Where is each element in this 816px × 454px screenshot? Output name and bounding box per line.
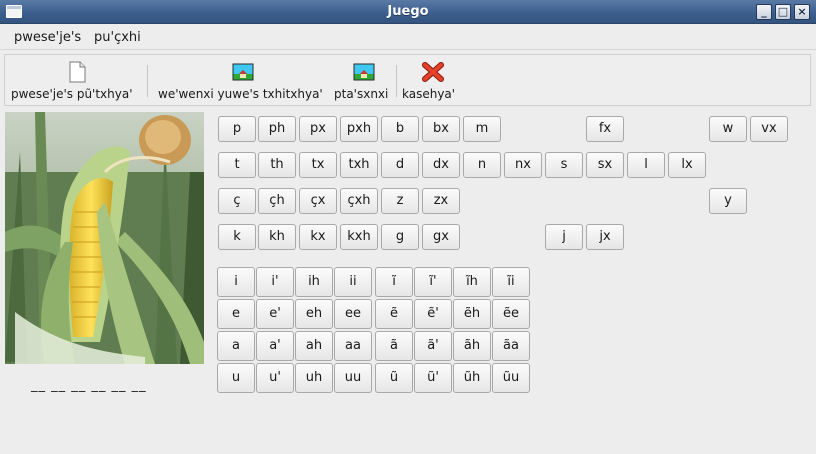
toolbar: pwese'je's pũ'txhya' we'wenxi yuwe's txh… [4,54,811,106]
change-image-label: we'wenxi yuwe's txhitxhya' [158,87,323,101]
letter-button[interactable]: çh [258,188,296,214]
vowel-button[interactable]: ẽh [453,299,491,329]
toolbar-separator [396,65,397,97]
letter-button[interactable]: t [218,152,256,178]
letter-button[interactable]: vx [750,116,788,142]
vowel-button[interactable]: ũ [375,363,413,393]
letter-button[interactable]: d [381,152,419,178]
vowel-button[interactable]: ĩi [492,267,530,297]
vowel-button[interactable]: e [217,299,255,329]
minimize-button[interactable]: _ [756,4,772,20]
answer-blanks: __ __ __ __ __ __ [31,378,147,393]
landscape-image-icon [232,63,254,81]
red-x-icon [422,62,444,82]
vowel-button[interactable]: uh [295,363,333,393]
vowel-button[interactable]: ũ' [414,363,452,393]
exit-label: kasehya' [402,87,456,101]
vowel-button[interactable]: ee [334,299,372,329]
vowel-button[interactable]: e' [256,299,294,329]
letter-button[interactable]: th [258,152,296,178]
vowel-button[interactable]: ũu [492,363,530,393]
letter-button[interactable]: kxh [340,224,378,250]
vowel-button[interactable]: ẽ' [414,299,452,329]
letter-button[interactable]: m [463,116,501,142]
vowel-button[interactable]: ĩ' [414,267,452,297]
letter-button[interactable]: kh [258,224,296,250]
letter-button[interactable]: px [299,116,337,142]
vowel-button[interactable]: ĩh [453,267,491,297]
vowel-button[interactable]: ẽe [492,299,530,329]
letter-button[interactable]: lx [668,152,706,178]
letter-button[interactable]: gx [422,224,460,250]
window-title: Juego [387,4,429,19]
vowel-button[interactable]: eh [295,299,333,329]
letter-button[interactable]: txh [340,152,378,178]
letter-button[interactable]: kx [299,224,337,250]
corn-photo [5,112,204,364]
vowel-button[interactable]: ã' [414,331,452,361]
letter-button[interactable]: s [545,152,583,178]
toolbar-separator [147,65,148,97]
change-image-button[interactable]: we'wenxi yuwe's txhitxhya' [155,55,335,105]
vowel-button[interactable]: ãh [453,331,491,361]
vowel-button[interactable]: a [217,331,255,361]
vowel-button[interactable]: uu [334,363,372,393]
letter-button[interactable]: zx [422,188,460,214]
letter-button[interactable]: tx [299,152,337,178]
letter-button[interactable]: l [627,152,665,178]
new-game-button[interactable]: pwese'je's pũ'txhya' [7,55,147,105]
menu-item-game[interactable]: pwese'je's [14,30,81,45]
vowel-button[interactable]: ẽ [375,299,413,329]
vowel-button[interactable]: a' [256,331,294,361]
letter-button[interactable]: p [218,116,256,142]
letter-button[interactable]: ç [218,188,256,214]
letter-button[interactable]: y [709,188,747,214]
new-game-label: pwese'je's pũ'txhya' [11,87,133,101]
vowel-button[interactable]: ah [295,331,333,361]
letter-button[interactable]: w [709,116,747,142]
vowel-button[interactable]: i' [256,267,294,297]
letter-button[interactable]: nx [504,152,542,178]
image-button[interactable]: pta'sxnxi [332,55,396,105]
vowel-button[interactable]: u' [256,363,294,393]
title-bar: Juego _ □ × [0,0,816,24]
letter-button[interactable]: sx [586,152,624,178]
vowel-button[interactable]: ih [295,267,333,297]
image-label: pta'sxnxi [334,87,389,101]
vowel-button[interactable]: ii [334,267,372,297]
menu-item-help[interactable]: pu'çxhi [94,30,141,45]
letter-button[interactable]: fx [586,116,624,142]
vowel-button[interactable]: u [217,363,255,393]
letter-button[interactable]: ph [258,116,296,142]
vowel-button[interactable]: ã [375,331,413,361]
vowel-button[interactable]: i [217,267,255,297]
landscape-image-icon [353,63,375,81]
letter-button[interactable]: z [381,188,419,214]
letter-button[interactable]: j [545,224,583,250]
maximize-button[interactable]: □ [775,4,791,20]
new-document-icon [69,61,86,83]
vowel-button[interactable]: ũh [453,363,491,393]
letter-button[interactable]: jx [586,224,624,250]
letter-button[interactable]: dx [422,152,460,178]
letter-button[interactable]: çx [299,188,337,214]
letter-button[interactable]: g [381,224,419,250]
letter-button[interactable]: çxh [340,188,378,214]
letter-button[interactable]: bx [422,116,460,142]
letter-button[interactable]: k [218,224,256,250]
menu-bar: pwese'je's pu'çxhi [0,25,816,50]
vowel-button[interactable]: ãa [492,331,530,361]
letter-button[interactable]: b [381,116,419,142]
vowel-button[interactable]: ĩ [375,267,413,297]
exit-button[interactable]: kasehya' [399,55,467,105]
letter-button[interactable]: pxh [340,116,378,142]
close-button[interactable]: × [794,4,810,20]
vowel-button[interactable]: aa [334,331,372,361]
letter-button[interactable]: n [463,152,501,178]
